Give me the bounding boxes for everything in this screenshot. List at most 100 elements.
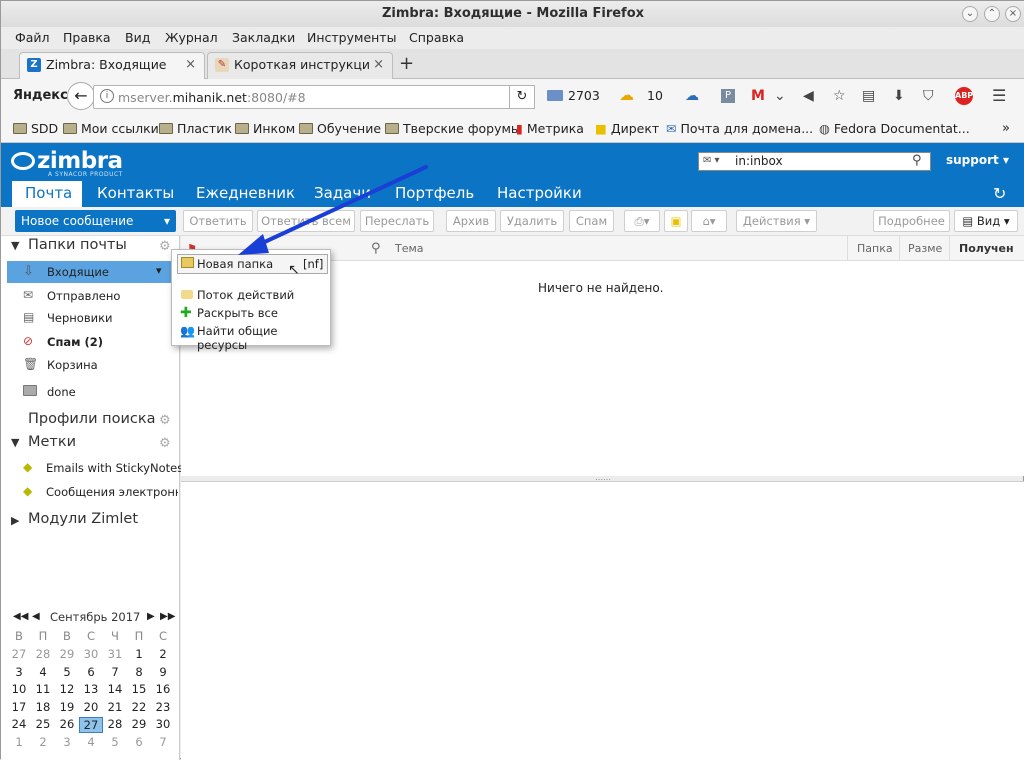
- menu-activity-stream[interactable]: Поток действий: [197, 288, 294, 302]
- menu-help[interactable]: Справка: [409, 30, 464, 45]
- menu-new-folder[interactable]: Новая папка: [197, 257, 273, 271]
- calendar-day[interactable]: 29: [55, 647, 79, 661]
- calendar-day[interactable]: 25: [31, 717, 55, 731]
- reload-icon[interactable]: ↻: [509, 85, 535, 109]
- cloud-icon[interactable]: ☁: [685, 88, 699, 104]
- calendar-day[interactable]: 5: [55, 665, 79, 679]
- calendar-day[interactable]: 4: [79, 735, 103, 749]
- folder-trash[interactable]: Корзина: [47, 358, 98, 372]
- calendar-day[interactable]: 12: [55, 682, 79, 696]
- folder-done[interactable]: done: [47, 385, 76, 399]
- folder-sent[interactable]: Отправлено: [47, 289, 120, 303]
- calendar-day[interactable]: 23: [151, 700, 175, 714]
- calendar-day[interactable]: 30: [79, 647, 103, 661]
- bookmark-fedora[interactable]: ◍ Fedora Documentat...: [819, 121, 970, 136]
- calendar-day[interactable]: 26: [55, 717, 79, 731]
- calendar-day[interactable]: 13: [79, 682, 103, 696]
- calendar-day[interactable]: 16: [151, 682, 175, 696]
- calendar-day[interactable]: 2: [151, 647, 175, 661]
- calendar-day[interactable]: 8: [127, 665, 151, 679]
- prev-year-icon[interactable]: ◀◀: [13, 611, 28, 622]
- refresh-icon[interactable]: ↻: [993, 184, 1006, 203]
- calendar-day[interactable]: 27: [79, 717, 103, 733]
- attachment-icon[interactable]: ⚲: [371, 241, 381, 256]
- user-menu[interactable]: support ▾: [946, 153, 1009, 167]
- chevron-down-icon[interactable]: ⌄: [774, 88, 786, 104]
- calendar-day[interactable]: 2: [31, 735, 55, 749]
- collapse-icon[interactable]: ▼: [11, 436, 19, 449]
- tab-tasks[interactable]: Задачи: [314, 184, 371, 202]
- expand-icon[interactable]: ▶: [11, 514, 19, 527]
- folder-spam[interactable]: Спам (2): [47, 335, 103, 349]
- tab-close-icon[interactable]: ×: [185, 53, 196, 77]
- next-year-icon[interactable]: ▶▶: [160, 611, 175, 622]
- adblock-icon[interactable]: ABP: [955, 87, 973, 105]
- gear-icon[interactable]: ⚙: [159, 436, 171, 451]
- column-size[interactable]: Разме: [908, 242, 946, 255]
- calendar-day[interactable]: 19: [55, 700, 79, 714]
- new-message-button[interactable]: Новое сообщение ▾: [15, 210, 176, 232]
- column-subject[interactable]: Тема: [395, 242, 424, 255]
- calendar-day[interactable]: 3: [7, 665, 31, 679]
- calendar-day[interactable]: 20: [79, 700, 103, 714]
- tag-icon[interactable]: ⌂▾: [691, 210, 727, 232]
- menu-expand-all[interactable]: Раскрыть все: [197, 306, 278, 320]
- calendar-day[interactable]: 7: [151, 735, 175, 749]
- gear-icon[interactable]: ⚙: [159, 413, 171, 428]
- reply-all-button[interactable]: Ответить всем: [257, 210, 355, 232]
- mail-count[interactable]: 2703: [568, 88, 600, 103]
- tab-preferences[interactable]: Настройки: [497, 184, 582, 202]
- bookmark-direct[interactable]: ■ Директ: [595, 121, 659, 136]
- spam-button[interactable]: Спам: [569, 210, 614, 232]
- info-icon[interactable]: i: [100, 89, 114, 103]
- menu-edit[interactable]: Правка: [63, 30, 111, 45]
- menu-find-shares[interactable]: Найти общие ресурсы: [197, 324, 330, 352]
- calendar-day[interactable]: 17: [7, 700, 31, 714]
- mail-icon[interactable]: [547, 90, 563, 101]
- minimize-icon[interactable]: ⌄: [962, 6, 978, 22]
- tab-contacts[interactable]: Контакты: [97, 184, 174, 202]
- menu-view[interactable]: Вид: [125, 30, 150, 45]
- column-folder[interactable]: Папка: [857, 242, 893, 255]
- maximize-icon[interactable]: ⌃: [984, 6, 1000, 22]
- calendar-day[interactable]: 28: [103, 717, 127, 731]
- calendar-day[interactable]: 28: [31, 647, 55, 661]
- bookmark-education[interactable]: Обучение: [299, 121, 381, 136]
- yandex-logo[interactable]: Яндекс: [13, 88, 68, 103]
- next-month-icon[interactable]: ▶: [147, 611, 155, 622]
- calendar-day[interactable]: 1: [7, 735, 31, 749]
- calendar-day[interactable]: 3: [55, 735, 79, 749]
- bookmark-inkom[interactable]: Инком: [235, 121, 295, 136]
- folder-drafts[interactable]: Черновики: [47, 311, 113, 325]
- menu-tools[interactable]: Инструменты: [307, 30, 396, 45]
- back-button[interactable]: ←: [67, 82, 95, 110]
- search-profiles-header[interactable]: Профили поиска: [28, 411, 156, 427]
- search-box[interactable]: ✉ ▾ in:inbox ⚲: [698, 152, 931, 171]
- download-icon[interactable]: ⬇: [893, 88, 905, 104]
- weather-icon[interactable]: ☁: [619, 86, 634, 104]
- tag-stickynotes[interactable]: Emails with StickyNotes: [46, 461, 183, 475]
- search-icon[interactable]: ⚲: [912, 153, 922, 168]
- menu-file[interactable]: Файл: [15, 30, 50, 45]
- menu-bookmarks[interactable]: Закладки: [232, 30, 295, 45]
- calendar-day[interactable]: 1: [127, 647, 151, 661]
- calendar-day[interactable]: 29: [127, 717, 151, 731]
- pocket-icon[interactable]: ⛉: [923, 88, 934, 104]
- notes-icon[interactable]: P: [721, 89, 735, 103]
- bookmark-tver-forums[interactable]: Тверские форумы: [385, 121, 521, 136]
- reply-button[interactable]: Ответить: [183, 210, 253, 232]
- chevron-down-icon[interactable]: ▾: [164, 210, 170, 232]
- bookmark-metrika[interactable]: ▮ Метрика: [516, 121, 584, 136]
- details-button[interactable]: Подробнее: [873, 210, 950, 232]
- calendar-day[interactable]: 30: [151, 717, 175, 731]
- calendar-day[interactable]: 24: [7, 717, 31, 731]
- forward-button[interactable]: Переслать: [360, 210, 434, 232]
- calendar-day[interactable]: 21: [103, 700, 127, 714]
- chevron-down-icon[interactable]: ▾: [156, 264, 162, 277]
- gear-icon[interactable]: ⚙: [159, 239, 171, 254]
- tab-instruction[interactable]: ✎ Короткая инструкция ×: [207, 52, 393, 79]
- bookmark-sdd[interactable]: SDD: [13, 121, 58, 136]
- folder-inbox[interactable]: Входящие: [47, 265, 109, 279]
- tag-electronic[interactable]: Сообщения электронно: [46, 485, 178, 499]
- reading-list-icon[interactable]: ▤: [862, 88, 875, 104]
